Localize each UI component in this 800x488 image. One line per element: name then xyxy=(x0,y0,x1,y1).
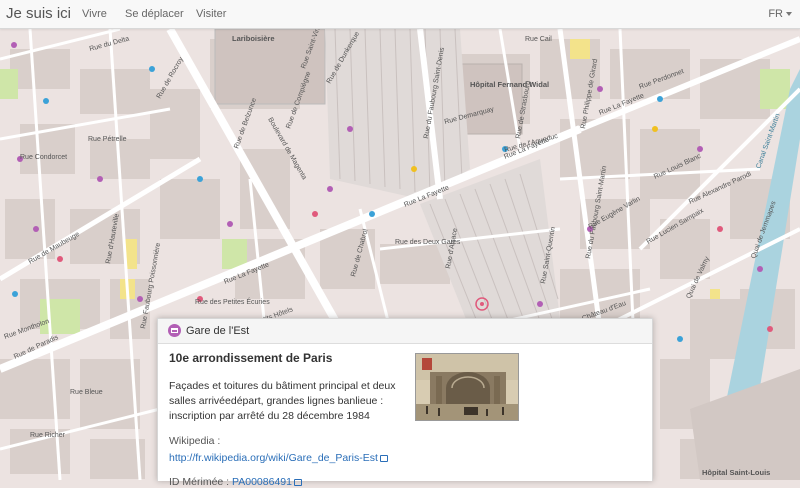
place-label: Lariboisière xyxy=(232,34,275,43)
external-link-icon xyxy=(293,479,302,486)
merimee-label: ID Mérimée : xyxy=(169,476,230,488)
chevron-down-icon xyxy=(786,12,792,17)
street-label: Rue Condorcet xyxy=(20,154,67,161)
arrondissement-heading: 10e arrondissement de Paris xyxy=(169,351,333,365)
street-label: Rue Bleue xyxy=(70,389,103,396)
monument-info-panel: Gare de l'Est 10e arrondissement de Pari… xyxy=(157,318,653,488)
panel-body: 10e arrondissement de Paris Façades et t… xyxy=(169,351,409,488)
wikipedia-link[interactable]: http://fr.wikipedia.org/wiki/Gare_de_Par… xyxy=(169,452,378,464)
language-dropdown[interactable]: FR xyxy=(768,8,792,20)
top-navbar: Je suis ici Vivre Se déplacer Visiter FR xyxy=(0,0,800,29)
place-label: Hôpital Saint-Louis xyxy=(702,468,770,477)
wikipedia-row: http://fr.wikipedia.org/wiki/Gare_de_Par… xyxy=(169,448,409,466)
wikipedia-label: Wikipedia : xyxy=(169,435,221,447)
street-label: Rue des Petites Écuries xyxy=(195,297,270,306)
merimee-link[interactable]: PA00086491 xyxy=(232,476,292,488)
place-label: Hôpital Fernand Widal xyxy=(470,80,549,89)
panel-header: Gare de l'Est xyxy=(158,319,652,344)
street-label: Rue Cail xyxy=(525,36,552,43)
nav-vivre[interactable]: Vivre xyxy=(82,8,107,20)
street-label: Rue Pétrelle xyxy=(88,136,127,143)
monument-photo[interactable] xyxy=(415,353,519,421)
monument-icon xyxy=(168,324,181,337)
nav-se-deplacer[interactable]: Se déplacer xyxy=(125,8,184,20)
brand-logo[interactable]: Je suis ici xyxy=(6,5,71,22)
external-link-icon xyxy=(379,455,388,462)
merimee-row: ID Mérimée : PA00086491 xyxy=(169,476,409,488)
monument-description: Façades et toitures du bâtiment principa… xyxy=(169,380,396,422)
nav-visiter[interactable]: Visiter xyxy=(196,8,226,20)
language-label: FR xyxy=(768,8,783,20)
street-label: Rue Richer xyxy=(30,432,66,439)
panel-title: Gare de l'Est xyxy=(186,325,250,337)
